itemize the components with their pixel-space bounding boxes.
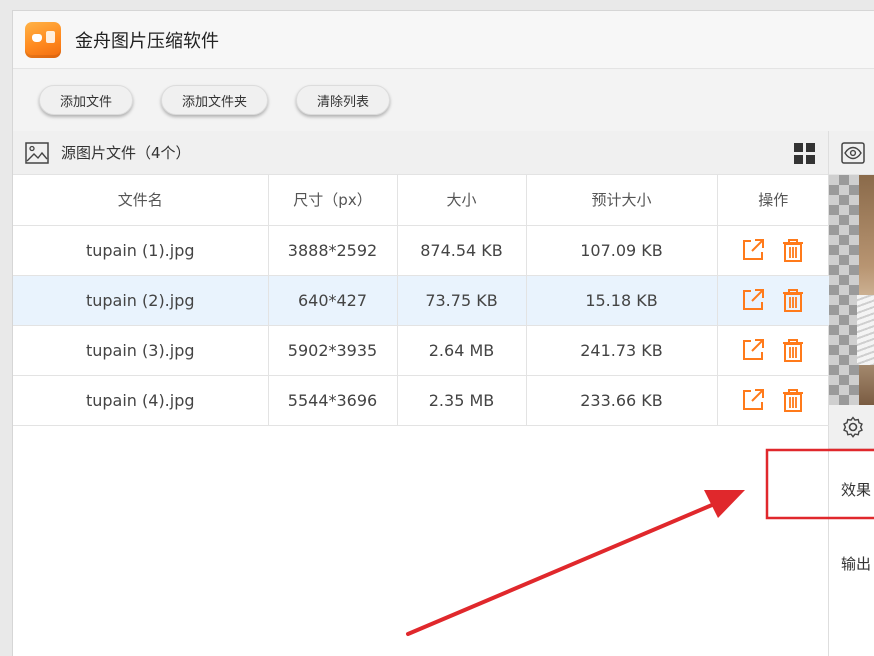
cell-size: 874.54 KB (397, 225, 527, 276)
source-panel-header: 源图片文件（4个） (13, 131, 828, 175)
app-title: 金舟图片压缩软件 (75, 30, 219, 52)
column-header-estimated-size[interactable]: 预计大小 (526, 175, 718, 226)
source-file-panel: 源图片文件（4个） 文件名 尺寸（px） 大小 预计大小 操作 tupain (… (13, 131, 829, 656)
delete-trash-icon[interactable] (780, 287, 806, 313)
settings-header (829, 405, 874, 449)
cell-estimated-size: 233.66 KB (526, 375, 718, 426)
delete-trash-icon[interactable] (780, 387, 806, 413)
open-external-icon[interactable] (740, 237, 766, 263)
eye-preview-icon[interactable] (841, 141, 865, 164)
image-preview (829, 175, 874, 405)
table-row[interactable]: tupain (3).jpg 5902*3935 2.64 MB 241.73 … (13, 325, 829, 376)
cell-estimated-size: 107.09 KB (526, 225, 718, 276)
cell-actions (717, 325, 829, 376)
delete-trash-icon[interactable] (780, 237, 806, 263)
open-external-icon[interactable] (740, 387, 766, 413)
image-icon (25, 141, 49, 164)
cell-dimensions: 640*427 (268, 275, 398, 326)
toolbar: 添加文件 添加文件夹 清除列表 (13, 69, 874, 131)
preview-header (829, 131, 874, 175)
clear-list-button[interactable]: 清除列表 (296, 85, 391, 115)
file-table: 文件名 尺寸（px） 大小 预计大小 操作 tupain (1).jpg 388… (13, 175, 829, 426)
add-folder-button[interactable]: 添加文件夹 (161, 85, 269, 115)
preview-photo (859, 175, 874, 405)
cell-size: 2.64 MB (397, 325, 527, 376)
cell-filename: tupain (1).jpg (13, 225, 269, 276)
table-row[interactable]: tupain (1).jpg 3888*2592 874.54 KB 107.0… (13, 225, 829, 276)
settings-panel: 效果 输出 (829, 131, 874, 656)
app-logo-icon (25, 21, 61, 58)
effect-label: 效果 (841, 481, 872, 499)
preview-photo-detail (857, 295, 874, 365)
table-row[interactable]: tupain (2).jpg 640*427 73.75 KB 15.18 KB (13, 275, 829, 326)
cell-dimensions: 3888*2592 (268, 225, 398, 276)
column-header-size[interactable]: 大小 (397, 175, 527, 226)
table-row[interactable]: tupain (4).jpg 5544*3696 2.35 MB 233.66 … (13, 375, 829, 426)
cell-filename: tupain (2).jpg (13, 275, 269, 326)
cell-size: 2.35 MB (397, 375, 527, 426)
cell-actions (717, 225, 829, 276)
source-panel-title: 源图片文件（4个） (61, 144, 191, 162)
gear-icon[interactable] (841, 415, 865, 439)
cell-actions (717, 375, 829, 426)
cell-filename: tupain (3).jpg (13, 325, 269, 376)
table-header-row: 文件名 尺寸（px） 大小 预计大小 操作 (13, 175, 829, 226)
open-external-icon[interactable] (740, 337, 766, 363)
grid-view-icon[interactable] (794, 143, 816, 165)
title-bar: 金舟图片压缩软件 (13, 11, 874, 69)
column-header-filename[interactable]: 文件名 (13, 175, 269, 226)
add-file-button[interactable]: 添加文件 (39, 85, 134, 115)
cell-filename: tupain (4).jpg (13, 375, 269, 426)
column-header-actions: 操作 (717, 175, 829, 226)
app-window: 金舟图片压缩软件 添加文件 添加文件夹 清除列表 源图片文件（4个） 文件名 尺… (12, 10, 874, 656)
cell-dimensions: 5544*3696 (268, 375, 398, 426)
cell-estimated-size: 241.73 KB (526, 325, 718, 376)
cell-estimated-size: 15.18 KB (526, 275, 718, 326)
output-label: 输出 (841, 555, 872, 573)
column-header-dimensions[interactable]: 尺寸（px） (268, 175, 398, 226)
delete-trash-icon[interactable] (780, 337, 806, 363)
cell-dimensions: 5902*3935 (268, 325, 398, 376)
cell-size: 73.75 KB (397, 275, 527, 326)
cell-actions (717, 275, 829, 326)
open-external-icon[interactable] (740, 287, 766, 313)
